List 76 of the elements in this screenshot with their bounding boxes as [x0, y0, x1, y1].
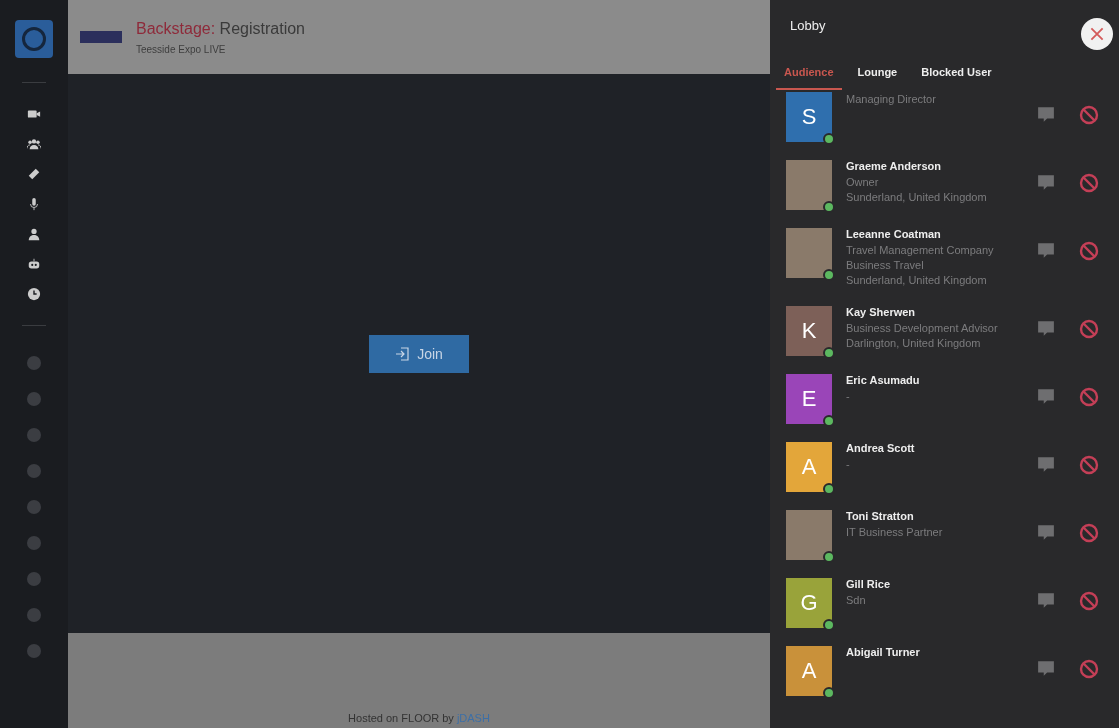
room-dot-icon[interactable]: [27, 500, 41, 514]
chat-bubble-icon[interactable]: [1037, 456, 1055, 474]
hosted-text: Hosted on FLOOR by: [348, 712, 454, 724]
block-icon[interactable]: [1079, 523, 1099, 543]
room-dot-icon[interactable]: [27, 644, 41, 658]
member-detail: Travel Management Company: [846, 243, 995, 258]
group-icon[interactable]: [27, 137, 41, 151]
block-icon[interactable]: [1079, 659, 1099, 679]
page-title-prefix: Backstage:: [136, 19, 216, 37]
app-logo-icon: [15, 20, 53, 58]
member-detail: Sdn: [846, 593, 867, 608]
enter-door-icon: [395, 345, 412, 362]
chat-bubble-icon[interactable]: [1037, 524, 1055, 542]
member-detail: -: [846, 389, 851, 404]
block-icon[interactable]: [1079, 591, 1099, 611]
close-icon: [1088, 25, 1106, 43]
member-name: Graeme Anderson: [846, 160, 942, 172]
letter-avatar: A: [786, 646, 832, 696]
block-icon[interactable]: [1079, 455, 1099, 475]
photo-placeholder: [786, 510, 832, 560]
room-dot-icon[interactable]: [27, 608, 41, 622]
member-name: Andrea Scott: [846, 442, 916, 454]
member-detail: Business Development Advisor: [846, 321, 999, 336]
photo-placeholder: [786, 160, 832, 210]
microphone-icon[interactable]: [27, 197, 41, 211]
panel-title: Lobby: [790, 18, 826, 33]
chat-bubble-icon[interactable]: [1037, 388, 1055, 406]
room-dot-icon[interactable]: [27, 536, 41, 550]
member-name: Leeanne Coatman: [846, 228, 942, 240]
member-detail: IT Business Partner: [846, 525, 944, 540]
clock-icon[interactable]: [27, 287, 41, 301]
block-icon[interactable]: [1079, 387, 1099, 407]
room-dot-icon[interactable]: [27, 572, 41, 586]
member-detail: -: [846, 457, 851, 472]
member-detail: Managing Director: [846, 92, 937, 107]
expo-logo: [80, 31, 122, 43]
photo-placeholder: [786, 228, 832, 278]
letter-avatar: E: [786, 374, 832, 424]
ticket-icon[interactable]: [27, 167, 41, 181]
block-icon[interactable]: [1079, 105, 1099, 125]
member-name: Kay Sherwen: [846, 306, 917, 318]
close-button[interactable]: [1081, 18, 1113, 50]
member-detail: Sunderland, United Kingdom: [846, 273, 988, 288]
room-dot-icon[interactable]: [27, 428, 41, 442]
block-icon[interactable]: [1079, 319, 1099, 339]
chat-bubble-icon[interactable]: [1037, 660, 1055, 678]
member-detail: Sunderland, United Kingdom: [846, 190, 988, 205]
room-dot-icon[interactable]: [27, 392, 41, 406]
letter-avatar: A: [786, 442, 832, 492]
block-icon[interactable]: [1079, 173, 1099, 193]
chat-bubble-icon[interactable]: [1037, 592, 1055, 610]
letter-avatar: G: [786, 578, 832, 628]
chat-bubble-icon[interactable]: [1037, 320, 1055, 338]
member-name: Toni Stratton: [846, 510, 915, 522]
panel-tab[interactable]: Blocked User: [913, 58, 1000, 90]
panel-tab[interactable]: Lounge: [849, 58, 906, 90]
member-name: Gill Rice: [846, 578, 892, 590]
chat-bubble-icon[interactable]: [1037, 174, 1055, 192]
member-name: Abigail Turner: [846, 646, 921, 658]
page-title: Registration: [219, 19, 305, 37]
room-dot-icon[interactable]: [27, 356, 41, 370]
member-detail: Business Travel: [846, 258, 925, 273]
person-icon[interactable]: [27, 227, 41, 241]
page-subtitle: Teesside Expo LIVE: [136, 43, 227, 55]
block-icon[interactable]: [1079, 241, 1099, 261]
room-dot-icon[interactable]: [27, 464, 41, 478]
robot-icon[interactable]: [27, 257, 41, 271]
member-name: Eric Asumadu: [846, 374, 921, 386]
letter-avatar: K: [786, 306, 832, 356]
letter-avatar: S: [786, 92, 832, 142]
panel-tab[interactable]: Audience: [776, 58, 842, 90]
join-button[interactable]: Join: [369, 334, 469, 373]
chat-bubble-icon[interactable]: [1037, 106, 1055, 124]
member-detail: Darlington, United Kingdom: [846, 336, 982, 351]
chat-bubble-icon[interactable]: [1037, 242, 1055, 260]
member-detail: Owner: [846, 175, 880, 190]
